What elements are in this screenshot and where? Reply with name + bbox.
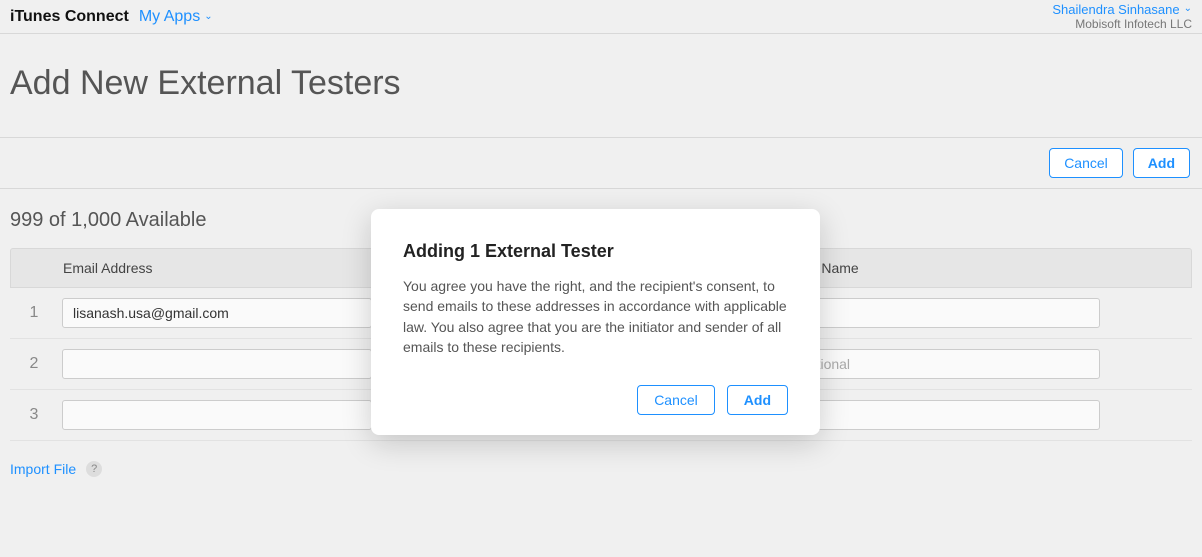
add-button[interactable]: Add — [1133, 148, 1190, 178]
confirm-modal: Adding 1 External Tester You agree you h… — [371, 209, 820, 435]
row-number: 2 — [10, 355, 58, 373]
modal-add-button[interactable]: Add — [727, 385, 788, 415]
modal-cancel-button[interactable]: Cancel — [637, 385, 715, 415]
modal-body: You agree you have the right, and the re… — [403, 276, 788, 357]
help-icon[interactable]: ? — [86, 461, 102, 477]
lastname-input[interactable] — [790, 400, 1100, 430]
lastname-input[interactable] — [790, 298, 1100, 328]
page-title: Add New External Testers — [10, 64, 1192, 103]
row-number: 1 — [10, 304, 58, 322]
col-email-header: Email Address — [59, 260, 423, 276]
header-left: iTunes Connect My Apps ⌄ — [10, 8, 213, 26]
import-file-link[interactable]: Import File — [10, 461, 76, 477]
cancel-button[interactable]: Cancel — [1049, 148, 1123, 178]
title-area: Add New External Testers — [0, 34, 1202, 137]
row-number: 3 — [10, 406, 58, 424]
email-input[interactable] — [62, 349, 372, 379]
chevron-down-icon: ⌄ — [1184, 3, 1192, 15]
col-last-header: Last Name — [787, 260, 1151, 276]
user-name-label: Shailendra Sinhasane — [1052, 2, 1179, 18]
email-input[interactable] — [62, 400, 372, 430]
nav-myapps-label: My Apps — [139, 8, 200, 26]
top-header: iTunes Connect My Apps ⌄ Shailendra Sinh… — [0, 0, 1202, 34]
import-row: Import File ? — [0, 441, 1202, 497]
email-input[interactable] — [62, 298, 372, 328]
nav-myapps[interactable]: My Apps ⌄ — [139, 8, 213, 26]
lastname-input[interactable] — [790, 349, 1100, 379]
action-toolbar: Cancel Add — [0, 137, 1202, 189]
modal-title: Adding 1 External Tester — [403, 241, 788, 262]
org-name: Mobisoft Infotech LLC — [1052, 17, 1192, 31]
modal-actions: Cancel Add — [403, 385, 788, 415]
brand-label: iTunes Connect — [10, 8, 129, 26]
chevron-down-icon: ⌄ — [204, 11, 212, 22]
header-right: Shailendra Sinhasane ⌄ Mobisoft Infotech… — [1052, 2, 1192, 32]
user-menu[interactable]: Shailendra Sinhasane ⌄ — [1052, 2, 1192, 18]
